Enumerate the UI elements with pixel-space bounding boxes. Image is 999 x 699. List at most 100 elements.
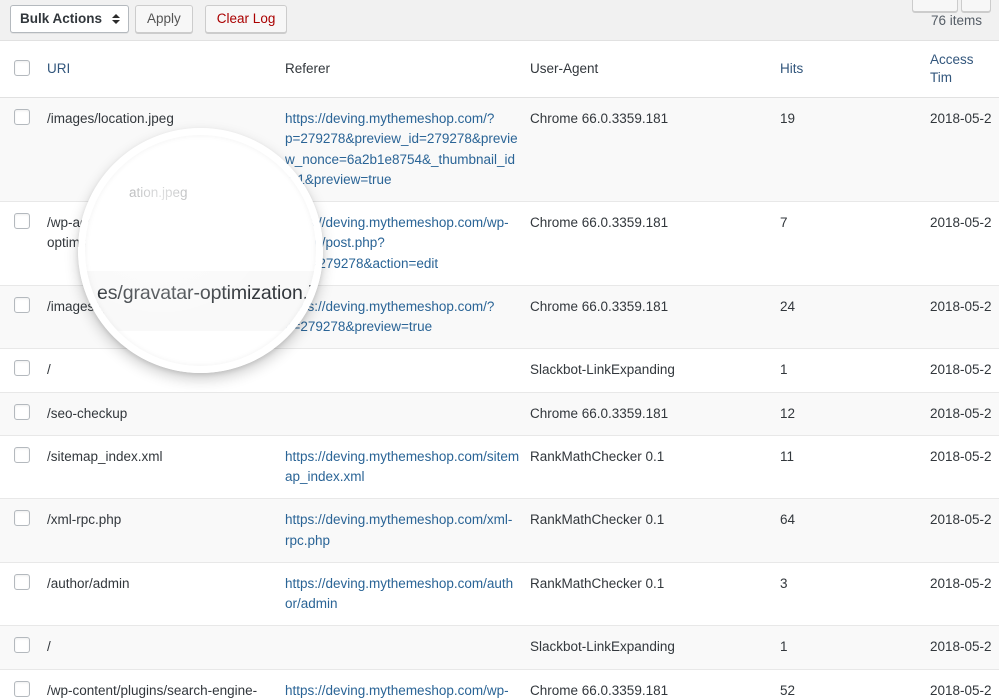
cell-referer: https://deving.mythemeshop.com/xml-rpc.p… (285, 499, 530, 563)
cell-uri: /author/admin (47, 562, 285, 626)
clear-log-button[interactable]: Clear Log (205, 5, 288, 33)
row-checkbox[interactable] (14, 447, 30, 463)
cell-hits: 12 (780, 392, 930, 435)
referer-link[interactable]: https://deving.mythemeshop.com/sitemap_i… (285, 449, 519, 484)
cell-user-agent: Chrome 66.0.3359.181 (530, 392, 780, 435)
referer-link[interactable]: https://deving.mythemeshop.com/?p=279278… (285, 299, 494, 334)
column-header-access-time[interactable]: Access Tim (930, 41, 999, 98)
bulk-actions-select[interactable]: Bulk Actions (10, 5, 129, 33)
cell-access-time: 2018-05-2 (930, 349, 999, 392)
referer-link[interactable]: https://deving.mythemeshop.com/?p=279278… (285, 111, 518, 187)
table-row: /wp-content/plugins/search-engine-optimi… (0, 669, 999, 699)
row-checkbox[interactable] (14, 297, 30, 313)
row-checkbox[interactable] (14, 574, 30, 590)
row-select-cell (0, 669, 47, 699)
pagination-buttons (912, 0, 991, 12)
cell-access-time: 2018-05-2 (930, 98, 999, 202)
log-table: URI Referer User-Agent Hits Access Tim /… (0, 40, 999, 699)
column-header-hits-link[interactable]: Hits (780, 61, 803, 76)
cell-uri: / (47, 626, 285, 669)
cell-user-agent: Chrome 66.0.3359.181 (530, 669, 780, 699)
cell-hits: 24 (780, 285, 930, 349)
cell-hits: 11 (780, 435, 930, 499)
cell-uri: /xml-rpc.php (47, 499, 285, 563)
table-row: /Slackbot-LinkExpanding12018-05-2 (0, 349, 999, 392)
table-row: /author/adminhttps://deving.mythemeshop.… (0, 562, 999, 626)
column-header-user-agent-label: User-Agent (530, 61, 598, 76)
row-select-cell (0, 202, 47, 286)
row-checkbox[interactable] (14, 510, 30, 526)
cell-access-time: 2018-05-2 (930, 202, 999, 286)
cell-hits: 1 (780, 626, 930, 669)
cell-user-agent: RankMathChecker 0.1 (530, 499, 780, 563)
cell-access-time: 2018-05-2 (930, 435, 999, 499)
table-header-row: URI Referer User-Agent Hits Access Tim (0, 41, 999, 98)
cell-access-time: 2018-05-2 (930, 285, 999, 349)
referer-link[interactable]: https://deving.mythemeshop.com/wp-admin/… (285, 683, 509, 699)
cell-user-agent: RankMathChecker 0.1 (530, 562, 780, 626)
cell-referer (285, 392, 530, 435)
items-count: 76 items (931, 13, 982, 28)
table-row: /wp-admin/images/gravatar-optimization.j… (0, 202, 999, 286)
cell-referer: https://deving.mythemeshop.com/?p=279278… (285, 98, 530, 202)
cell-referer (285, 349, 530, 392)
select-all-header (0, 41, 47, 98)
cell-hits: 19 (780, 98, 930, 202)
cell-user-agent: Chrome 66.0.3359.181 (530, 98, 780, 202)
cell-user-agent: Chrome 66.0.3359.181 (530, 285, 780, 349)
cell-access-time: 2018-05-2 (930, 669, 999, 699)
column-header-access-time-link[interactable]: Access Tim (930, 52, 974, 85)
cell-referer: https://deving.mythemeshop.com/sitemap_i… (285, 435, 530, 499)
table-row: /images/gravatar-optimization.jpeghttps:… (0, 285, 999, 349)
table-row: / Slackbot-LinkExpanding12018-05-2 (0, 626, 999, 669)
row-select-cell (0, 285, 47, 349)
referer-link[interactable]: https://deving.mythemeshop.com/wp-admin/… (285, 215, 509, 271)
cell-hits: 1 (780, 349, 930, 392)
table-toolbar: Bulk Actions Apply Clear Log 76 items (0, 0, 999, 40)
row-select-cell (0, 626, 47, 669)
cell-referer: https://deving.mythemeshop.com/wp-admin/… (285, 669, 530, 699)
row-checkbox[interactable] (14, 681, 30, 697)
column-header-uri-link[interactable]: URI (47, 61, 70, 76)
prev-page-button[interactable] (961, 0, 991, 12)
cell-uri: /sitemap_index.xml (47, 435, 285, 499)
cell-referer (285, 626, 530, 669)
cell-access-time: 2018-05-2 (930, 626, 999, 669)
row-select-cell (0, 392, 47, 435)
row-checkbox[interactable] (14, 213, 30, 229)
referer-link[interactable]: https://deving.mythemeshop.com/xml-rpc.p… (285, 512, 512, 547)
cell-user-agent: Slackbot-LinkExpanding (530, 626, 780, 669)
cell-uri: / (47, 349, 285, 392)
cell-access-time: 2018-05-2 (930, 562, 999, 626)
row-checkbox[interactable] (14, 404, 30, 420)
table-row: /xml-rpc.phphttps://deving.mythemeshop.c… (0, 499, 999, 563)
first-page-button[interactable] (912, 0, 958, 12)
row-checkbox[interactable] (14, 637, 30, 653)
cell-uri: /seo-checkup (47, 392, 285, 435)
pagination-area: 76 items (931, 0, 989, 40)
row-select-cell (0, 349, 47, 392)
cell-access-time: 2018-05-2 (930, 392, 999, 435)
apply-button-label: Apply (147, 6, 181, 32)
column-header-referer-label: Referer (285, 61, 330, 76)
cell-user-agent: Chrome 66.0.3359.181 (530, 202, 780, 286)
cell-hits: 3 (780, 562, 930, 626)
select-all-checkbox[interactable] (14, 60, 30, 76)
row-checkbox[interactable] (14, 360, 30, 376)
apply-button[interactable]: Apply (135, 5, 193, 33)
column-header-uri[interactable]: URI (47, 41, 285, 98)
row-checkbox[interactable] (14, 109, 30, 125)
referer-link[interactable]: https://deving.mythemeshop.com/author/ad… (285, 576, 513, 611)
table-body: /images/location.jpeghttps://deving.myth… (0, 98, 999, 699)
cell-referer: https://deving.mythemeshop.com/?p=279278… (285, 285, 530, 349)
clear-log-button-label: Clear Log (217, 6, 276, 32)
table-head: URI Referer User-Agent Hits Access Tim (0, 41, 999, 98)
admin-log-screen: Bulk Actions Apply Clear Log 76 items (0, 0, 999, 699)
column-header-user-agent: User-Agent (530, 41, 780, 98)
cell-uri: /images/gravatar-optimization.jpeg (47, 285, 285, 349)
table-row: /seo-checkup Chrome 66.0.3359.181122018-0… (0, 392, 999, 435)
column-header-hits[interactable]: Hits (780, 41, 930, 98)
select-updown-icon (111, 12, 120, 26)
cell-access-time: 2018-05-2 (930, 499, 999, 563)
cell-hits: 64 (780, 499, 930, 563)
